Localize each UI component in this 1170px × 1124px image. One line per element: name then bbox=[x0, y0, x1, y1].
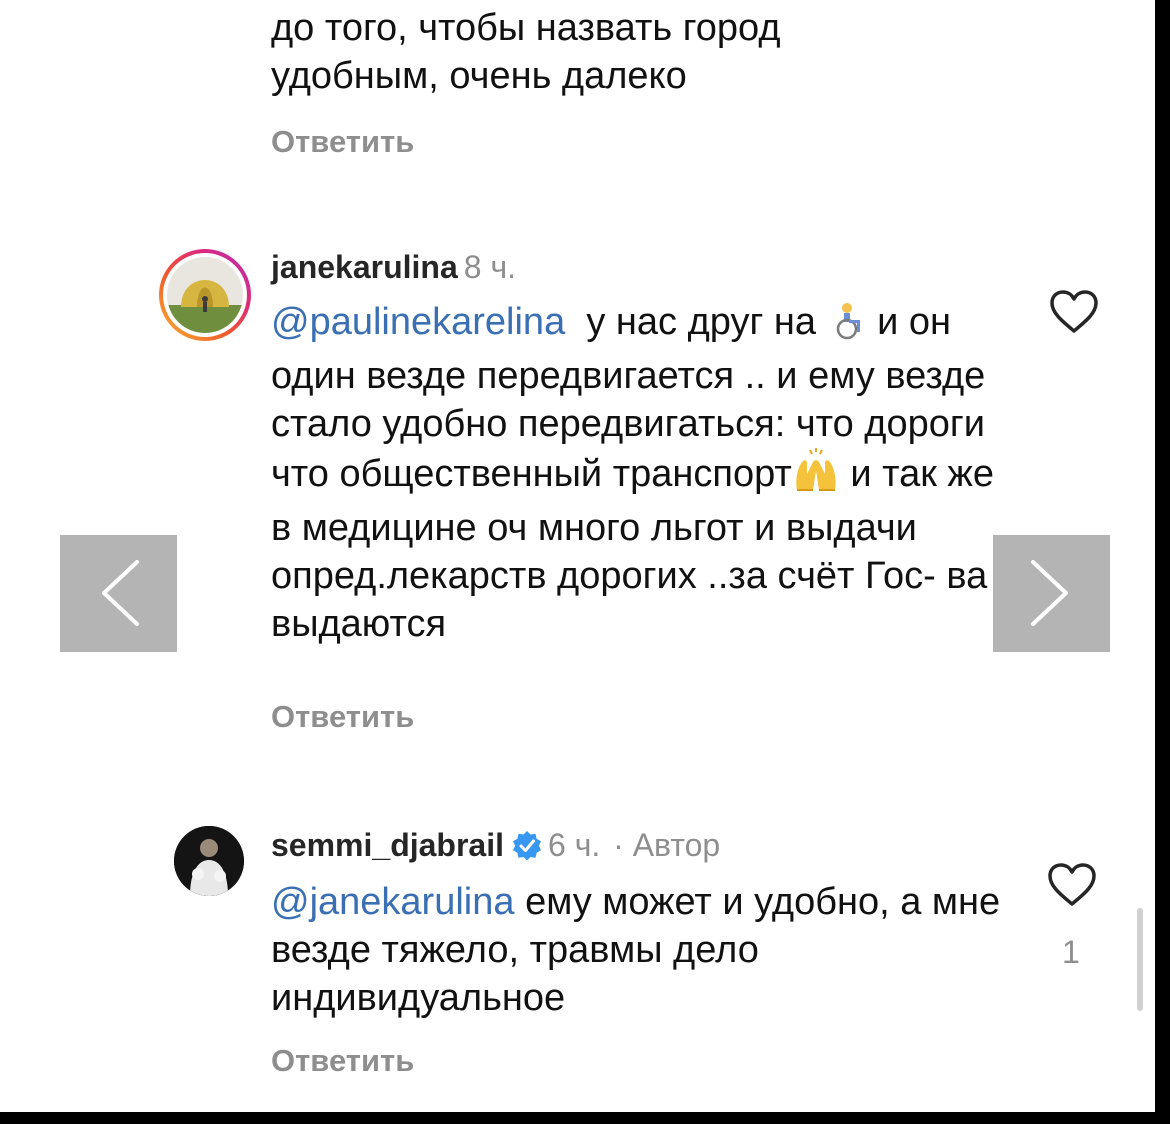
comment-3-time: 6 ч. bbox=[548, 827, 601, 863]
comment-3-header: semmi_djabrail 6 ч. · Автор bbox=[271, 825, 720, 869]
comment-1-line-2: удобным, очень далеко bbox=[271, 55, 687, 97]
comment-1-line-1: до того, чтобы назвать город bbox=[271, 7, 781, 49]
avatar-image bbox=[167, 257, 243, 333]
reply-button[interactable]: Ответить bbox=[271, 124, 414, 160]
like-count: 1 bbox=[1062, 934, 1080, 970]
heart-outline-icon[interactable] bbox=[1046, 862, 1098, 913]
chevron-left-icon bbox=[102, 560, 139, 626]
person-in-wheelchair-emoji bbox=[827, 300, 867, 352]
reply-button[interactable]: Ответить bbox=[271, 1043, 414, 1079]
comment-2-header: janekarulina 8 ч. bbox=[271, 247, 516, 287]
author-badge: · Автор bbox=[613, 827, 721, 863]
comment-2-time: 8 ч. bbox=[463, 249, 516, 285]
comment-3-text: @janekarulina ему может и удобно, а мне … bbox=[271, 878, 1001, 1022]
username-janekarulina[interactable]: janekarulina bbox=[271, 249, 458, 285]
next-button[interactable] bbox=[993, 535, 1110, 652]
avatar-story-ring[interactable] bbox=[159, 249, 251, 341]
scrollbar[interactable] bbox=[1137, 908, 1143, 1011]
comment-2-text: @paulinekarelina у нас друг на и он один… bbox=[271, 298, 1001, 648]
mention-link[interactable]: @paulinekarelina bbox=[271, 301, 565, 343]
comment-1-text: до того, чтобы назвать город удобным, оч… bbox=[271, 4, 1001, 100]
raising-hands-emoji bbox=[792, 448, 840, 504]
username-semmi-djabrail[interactable]: semmi_djabrail bbox=[271, 827, 504, 863]
previous-button[interactable] bbox=[60, 535, 177, 652]
mention-link[interactable]: @janekarulina bbox=[271, 881, 515, 923]
chevron-right-icon bbox=[1031, 560, 1068, 626]
avatar-semmi-djabrail[interactable] bbox=[174, 826, 244, 896]
reply-button[interactable]: Ответить bbox=[271, 699, 414, 735]
comment-2-body-part-1: у нас друг на bbox=[586, 301, 816, 343]
verified-badge-icon bbox=[512, 829, 542, 869]
avatar-janekarulina bbox=[163, 253, 247, 337]
comments-screen: до того, чтобы назвать город удобным, оч… bbox=[0, 0, 1155, 1112]
heart-outline-icon[interactable] bbox=[1048, 289, 1100, 340]
